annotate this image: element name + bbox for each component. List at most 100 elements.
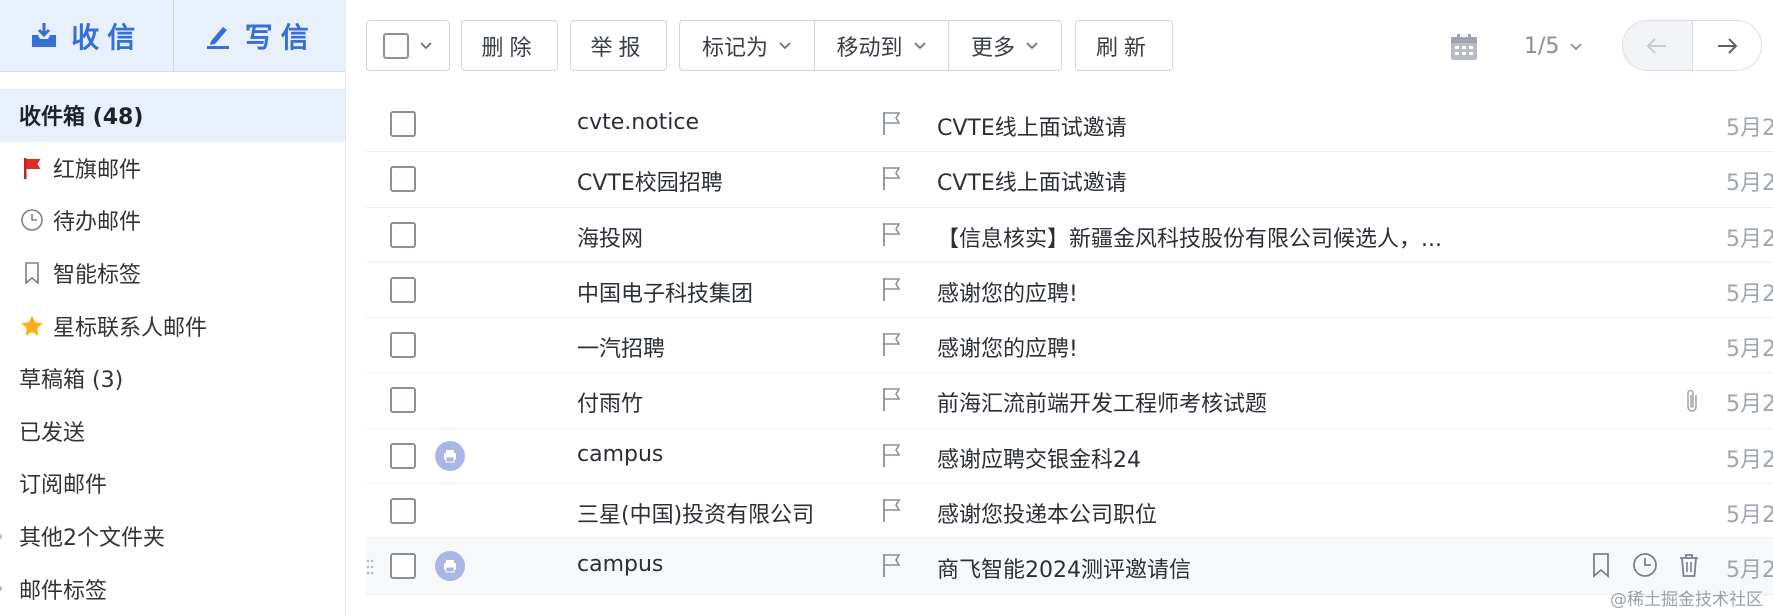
- flag-outline-icon[interactable]: [880, 165, 904, 191]
- printer-icon: [444, 560, 456, 573]
- mail-subject: 【信息核实】新疆金风科技股份有限公司候选人，...: [937, 226, 1442, 252]
- mail-row[interactable]: 三星(中国)投资有限公司 感谢您投递本公司职位 5月2: [366, 484, 1773, 540]
- mail-date: 5月2: [1726, 503, 1773, 529]
- more-label: 更多: [970, 35, 1015, 61]
- mail-checkbox[interactable]: [390, 553, 416, 580]
- select-all-dropdown[interactable]: [366, 20, 450, 71]
- sidebar-item-smart-tags[interactable]: 智能标签: [0, 247, 345, 300]
- chevron-down-icon: [420, 41, 432, 49]
- mail-checkbox[interactable]: [390, 166, 416, 193]
- flag-outline-icon[interactable]: [880, 276, 904, 302]
- mail-row[interactable]: 一汽招聘 感谢您的应聘! 5月2: [366, 318, 1773, 374]
- sidebar-item-inbox[interactable]: 收件箱 (48): [0, 89, 345, 142]
- mail-subject: 感谢应聘交银金科24: [937, 447, 1141, 473]
- receive-mail-label: 收信: [71, 20, 144, 54]
- move-to-label: 移动到: [836, 35, 903, 61]
- mail-checkbox[interactable]: [390, 221, 416, 248]
- mail-checkbox[interactable]: [390, 276, 416, 303]
- delete-label: 删除: [481, 35, 538, 61]
- sidebar-item-other-folders[interactable]: 其他2个文件夹: [0, 510, 345, 563]
- mark-as-dropdown[interactable]: 标记为: [680, 21, 814, 70]
- mail-subject: CVTE线上面试邀请: [937, 116, 1127, 141]
- sidebar-item-starred-contacts[interactable]: 星标联系人邮件: [0, 299, 345, 352]
- mail-sender: 一汽招聘: [577, 337, 666, 363]
- flag-outline-icon[interactable]: [880, 442, 904, 468]
- report-button[interactable]: 举报: [570, 20, 667, 71]
- sidebar-item-label: 已发送: [19, 420, 86, 446]
- mail-date: 5月2: [1726, 116, 1773, 141]
- flag-outline-icon[interactable]: [880, 497, 904, 523]
- flag-outline-icon[interactable]: [880, 386, 904, 412]
- sender-avatar: [435, 440, 465, 471]
- mail-row[interactable]: cvte.notice CVTE线上面试邀请 5月2: [366, 97, 1773, 153]
- mail-row[interactable]: 中国电子科技集团 感谢您的应聘! 5月2: [366, 263, 1773, 319]
- next-page-button[interactable]: [1691, 21, 1762, 70]
- sidebar: 收信 写信 收件箱 (48) 红旗邮件 待办邮件 智能标签 星标联系人邮件 草稿…: [0, 0, 346, 616]
- mail-row[interactable]: CVTE校园招聘 CVTE线上面试邀请 5月2: [366, 152, 1773, 208]
- mail-checkbox[interactable]: [390, 498, 416, 525]
- arrow-left-icon: [1646, 37, 1667, 54]
- mail-date: 5月2: [1726, 226, 1773, 252]
- mail-checkbox[interactable]: [390, 332, 416, 359]
- sidebar-item-todo[interactable]: 待办邮件: [0, 194, 345, 247]
- folder-nav: 收件箱 (48) 红旗邮件 待办邮件 智能标签 星标联系人邮件 草稿箱 (3) …: [0, 89, 345, 615]
- receive-mail-button[interactable]: 收信: [0, 0, 173, 71]
- refresh-button[interactable]: 刷新: [1075, 20, 1173, 71]
- sidebar-item-label: 智能标签: [53, 263, 142, 289]
- inbox-download-icon: [32, 22, 57, 47]
- write-mail-label: 写信: [244, 20, 317, 54]
- expand-dot-icon: [0, 586, 2, 592]
- flag-outline-icon[interactable]: [880, 110, 904, 136]
- flag-outline-icon[interactable]: [880, 221, 904, 247]
- mail-row[interactable]: campus 商飞智能2024测评邀请信 5月2: [366, 539, 1773, 595]
- flag-outline-icon[interactable]: [880, 331, 904, 357]
- red-flag-icon: [19, 155, 45, 181]
- calendar-icon[interactable]: [1449, 32, 1479, 62]
- drag-handle-icon[interactable]: [366, 559, 374, 575]
- sidebar-item-label: 邮件标签: [19, 578, 108, 604]
- write-mail-button[interactable]: 写信: [172, 0, 347, 71]
- mail-date: 5月2: [1726, 281, 1773, 307]
- mail-sender: campus: [577, 552, 664, 578]
- select-all-checkbox[interactable]: [383, 32, 409, 59]
- expand-dot-icon: [0, 533, 2, 539]
- prev-page-button[interactable]: [1623, 21, 1692, 70]
- bookmark-icon: [19, 260, 45, 286]
- mail-row[interactable]: 海投网 【信息核实】新疆金风科技股份有限公司候选人，... 5月2: [366, 208, 1773, 263]
- sidebar-item-drafts[interactable]: 草稿箱 (3): [0, 352, 345, 405]
- mail-checkbox[interactable]: [390, 111, 416, 137]
- clock-icon[interactable]: [1631, 551, 1659, 579]
- mail-row[interactable]: 付雨竹 前海汇流前端开发工程师考核试题 5月2: [366, 373, 1773, 429]
- mail-subject: 商飞智能2024测评邀请信: [937, 558, 1191, 584]
- mail-subject: CVTE线上面试邀请: [937, 171, 1127, 197]
- sidebar-item-red-flag[interactable]: 红旗邮件: [0, 142, 345, 195]
- mail-date: 5月2: [1726, 392, 1773, 418]
- arrow-right-icon: [1717, 37, 1738, 54]
- chevron-down-icon: [913, 41, 926, 49]
- more-dropdown[interactable]: 更多: [948, 21, 1061, 70]
- mail-sender: 中国电子科技集团: [577, 281, 754, 307]
- sidebar-item-label: 收件箱 (48): [19, 105, 144, 131]
- star-icon: [19, 313, 45, 339]
- mail-date: 5月2: [1726, 447, 1773, 473]
- page-selector[interactable]: 1/5: [1524, 34, 1583, 59]
- sidebar-item-mail-tags[interactable]: 邮件标签: [0, 562, 345, 615]
- mail-checkbox[interactable]: [390, 442, 416, 469]
- page-indicator: 1/5: [1524, 34, 1560, 59]
- trash-icon[interactable]: [1675, 551, 1703, 579]
- move-to-dropdown[interactable]: 移动到: [814, 21, 948, 70]
- delete-button[interactable]: 删除: [461, 20, 558, 71]
- printer-icon: [444, 449, 456, 463]
- mark-move-more-group: 标记为 移动到 更多: [679, 20, 1062, 71]
- sidebar-item-subscriptions[interactable]: 订阅邮件: [0, 457, 345, 510]
- clock-icon: [19, 207, 45, 233]
- sidebar-item-label: 其他2个文件夹: [19, 526, 165, 552]
- mail-subject: 感谢您的应聘!: [937, 281, 1078, 307]
- sidebar-item-sent[interactable]: 已发送: [0, 405, 345, 458]
- sender-avatar: [435, 551, 465, 582]
- mail-sender: 海投网: [577, 226, 644, 252]
- flag-outline-icon[interactable]: [880, 552, 904, 578]
- mail-checkbox[interactable]: [390, 387, 416, 414]
- bookmark-icon[interactable]: [1587, 551, 1615, 579]
- mail-row[interactable]: campus 感谢应聘交银金科24 5月2: [366, 429, 1773, 485]
